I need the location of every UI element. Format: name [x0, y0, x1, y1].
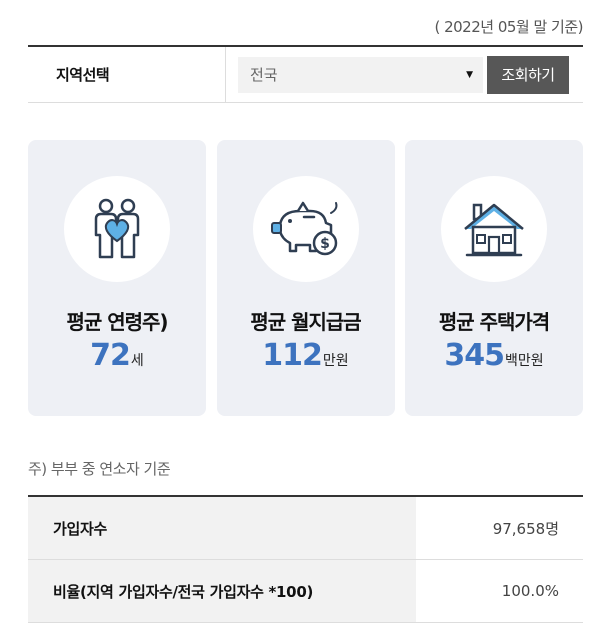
summary-cards: 평균 연령주) 72세 $ 평균 월지급금 112만원 평균 주택가격 345백… — [28, 140, 583, 416]
card-title: 평균 월지급금 — [250, 310, 361, 334]
monthly-payment-unit: 만원 — [322, 353, 349, 369]
average-monthly-payment-card: $ 평균 월지급금 112만원 — [216, 140, 395, 416]
region-label: 지역선택 — [28, 47, 226, 102]
ratio-label: 비율(지역 가입자수/전국 가입자수 *100) — [28, 560, 416, 622]
table-row: 비율(지역 가입자수/전국 가입자수 *100) 100.0% — [28, 560, 583, 623]
average-house-price-card: 평균 주택가격 345백만원 — [405, 140, 583, 416]
search-button[interactable]: 조회하기 — [487, 55, 569, 94]
table-row: 가입자수 97,658명 — [28, 497, 583, 560]
card-title: 평균 주택가격 — [438, 310, 550, 334]
couple-heart-icon — [64, 176, 170, 282]
card-value: 112만원 — [217, 338, 395, 373]
card-title: 평균 연령주) — [66, 310, 168, 334]
house-price-value: 345 — [444, 338, 505, 373]
card-value: 72세 — [28, 338, 206, 373]
average-age-unit: 세 — [130, 353, 144, 369]
basis-date: ( 2022년 05월 말 기준) — [434, 18, 583, 36]
piggy-bank-icon: $ — [252, 176, 359, 282]
ratio-value: 100.0% — [501, 582, 559, 600]
subscriber-count-label: 가입자수 — [28, 497, 416, 559]
subscriber-count-value: 97,658명 — [492, 519, 559, 538]
region-select[interactable]: 전국 ▼ — [238, 56, 483, 93]
house-price-unit: 백만원 — [504, 353, 544, 369]
house-icon — [441, 176, 547, 282]
dropdown-arrow-icon: ▼ — [466, 69, 473, 80]
monthly-payment-value: 112 — [262, 338, 323, 373]
average-age-value: 72 — [90, 338, 131, 373]
stats-table: 가입자수 97,658명 비율(지역 가입자수/전국 가입자수 *100) 10… — [28, 495, 583, 623]
region-selector-bar: 지역선택 전국 ▼ 조회하기 — [28, 45, 583, 103]
region-select-value: 전국 — [250, 66, 278, 84]
svg-text:$: $ — [320, 236, 330, 252]
footnote: 주) 부부 중 연소자 기준 — [28, 460, 171, 478]
card-value: 345백만원 — [405, 338, 583, 373]
average-age-card: 평균 연령주) 72세 — [28, 140, 206, 416]
